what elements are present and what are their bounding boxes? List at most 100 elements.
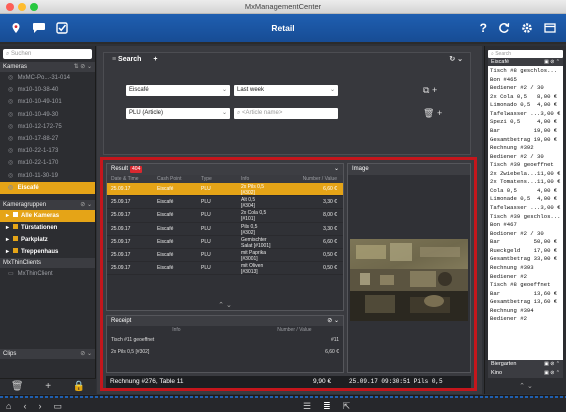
group-item[interactable]: ▸ Türstationen (0, 222, 95, 234)
detail-view-icon[interactable]: ≣ (323, 401, 331, 412)
list-view-icon[interactable]: ☰ (303, 401, 311, 412)
subpanel-kino[interactable]: Kino ▣ ⊘ ⌃ (488, 369, 563, 378)
column-type[interactable]: Type (201, 175, 235, 183)
camera-item[interactable]: ◎ mx10-17-88-27 (0, 133, 95, 145)
receipt-header: Receipt ⊘ ⌄ (107, 316, 343, 326)
camera-item[interactable]: ◎ Eiscafé (0, 181, 95, 194)
group-item[interactable]: ▸ Parkplatz (0, 234, 95, 246)
window-layout-icon[interactable] (544, 22, 556, 34)
result-row[interactable]: 25.09.17 09:30:51 Eiscafé PLU Alt 0,5 [#304… (107, 196, 343, 210)
trash-icon[interactable]: 🗑 (11, 381, 24, 392)
expand-arrow-icon[interactable]: ▸ (6, 225, 9, 231)
type-select-value: PLU (Article) (129, 110, 164, 116)
group-item[interactable]: ▸ Alle Kameras (0, 209, 95, 222)
group-item[interactable]: ▸ Treppenhaus (0, 246, 95, 258)
date-range-select[interactable]: Last week ⌄ (234, 85, 338, 96)
camera-item-label: mx10-22-1-173 (17, 148, 59, 155)
bottom-view-controls: ☰ ≣ ⇱ (303, 401, 350, 412)
right-scroll-arrows[interactable]: ⌃ ⌄ (485, 380, 566, 394)
receipt-line[interactable]: 2x Pils 0,5 [#302] 6,60 € (107, 346, 343, 358)
add-filter-button[interactable]: + (437, 108, 442, 118)
search-panel: ≡ Search + ↻ ⌄ Eiscafé ⌄ Last week ⌄ ⧉ + P… (103, 52, 471, 155)
column-cashpoint[interactable]: Cash Point (151, 175, 201, 183)
camera-item[interactable]: ◎ mx10-22-1-170 (0, 157, 95, 169)
camera-icon: ◎ (8, 135, 14, 142)
result-row[interactable]: 25.09.17 12:28:36 Eiscafé PLU mit Paprika [… (107, 249, 343, 263)
camera-item-label: mx10-17-88-27 (17, 135, 59, 142)
sort-filter-icon[interactable]: ⇅ ⊘ ⌄ (74, 62, 92, 72)
groups-section-header[interactable]: Kameragruppen ⊘ ⌄ (0, 199, 95, 210)
delete-filter-icon[interactable]: 🗑 (423, 108, 434, 118)
add-filter-button[interactable]: + (432, 85, 437, 95)
right-panel-header[interactable]: Eiscafé ▣ ⊘ ⌃ (488, 58, 563, 66)
help-icon[interactable]: ? (480, 21, 487, 35)
right-search-input[interactable]: ⌕ Search (488, 50, 563, 58)
home-icon[interactable]: ⌂ (6, 401, 11, 412)
type-select[interactable]: PLU (Article) ⌄ (126, 108, 230, 119)
clips-section-header[interactable]: Clips ⊘ ⌄ (0, 349, 95, 359)
client-item[interactable]: ▭ MxThinClient (0, 268, 95, 280)
gear-icon[interactable] (521, 22, 533, 34)
camera-item[interactable]: ◎ mx10-11-30-19 (0, 170, 95, 182)
camera-icon: ◎ (8, 99, 14, 106)
lock-icon[interactable]: 🔒 (73, 381, 85, 392)
clients-section-header[interactable]: MxThinClients (0, 257, 95, 268)
panel-controls-icon[interactable]: ▣ ⊘ ⌃ (544, 369, 560, 378)
cell-value: 0,50 € (323, 251, 337, 258)
snapshot-timestamp: 25.09.17 09:30:51 Pils 0,5 (349, 378, 443, 385)
scroll-arrows[interactable]: ⌃ ⌄ (107, 301, 343, 309)
camera-snapshot[interactable] (350, 239, 468, 321)
expand-arrow-icon[interactable]: ▸ (6, 213, 9, 219)
subpanel-biergarten[interactable]: Biergarten ▣ ⊘ ⌃ (488, 360, 563, 369)
camera-item[interactable]: ◎ MxMC-Po...-31-014 (0, 72, 95, 84)
clips-menu-icon[interactable]: ⊘ ⌄ (80, 349, 92, 359)
receipt-menu-icon[interactable]: ⊘ ⌄ (327, 316, 339, 326)
camera-item[interactable]: ◎ mx10-10-49-101 (0, 96, 95, 108)
back-arrow-icon[interactable]: ‹ (23, 401, 26, 412)
cell-info: mit Oliven [#3013] (241, 263, 264, 275)
panel-controls-icon[interactable]: ▣ ⊘ ⌃ (544, 360, 560, 369)
camera-item[interactable]: ◎ mx10-10-49-30 (0, 109, 95, 121)
receipt-line[interactable]: Tisch #11 geoeffnet #11 (107, 334, 343, 346)
forward-arrow-icon[interactable]: › (38, 401, 41, 412)
export-icon[interactable]: ⇱ (343, 401, 351, 412)
add-search-button[interactable]: + (153, 56, 157, 63)
result-row[interactable]: 25.09.17 12:27:33 Eiscafé PLU 2x Cola 0,5 [… (107, 209, 343, 223)
search-refresh-menu-icon[interactable]: ↻ ⌄ (449, 53, 463, 67)
cell-cashpoint: Eiscafé (157, 186, 174, 192)
camera-item[interactable]: ◎ mx10-12-172-75 (0, 121, 95, 133)
column-value[interactable]: Number / Value (293, 175, 341, 183)
result-row[interactable]: 25.09.17 09:30:51 Eiscafé PLU 2x Pils 0,5 [… (107, 183, 343, 197)
expand-arrow-icon[interactable]: ▸ (6, 237, 9, 243)
add-icon[interactable]: + (45, 381, 51, 392)
camera-list: ◎ MxMC-Po...-31-014 ◎ mx10-10-38-40 ◎ mx10… (0, 72, 95, 194)
cell-value: 6,60 € (323, 186, 337, 192)
duplicate-filter-icon[interactable]: ⧉ (423, 85, 429, 95)
screen-icon[interactable]: ▭ (53, 401, 62, 412)
column-info[interactable]: Info (235, 175, 293, 183)
expand-arrow-icon[interactable]: ▸ (6, 249, 9, 255)
cameras-section-header[interactable]: Kameras ⇅ ⊘ ⌄ (0, 62, 95, 72)
result-row[interactable]: 25.09.17 12:28:37 Eiscafé PLU mit Oliven [#… (107, 262, 343, 276)
result-collapse-icon[interactable]: ⌄ (334, 164, 339, 175)
result-row[interactable]: 25.09.17 12:27:36 Eiscafé PLU Pils 0,5 [#30… (107, 223, 343, 236)
right-panel-header-label: Eiscafé (491, 59, 510, 65)
column-date[interactable]: Date & Time (107, 175, 151, 183)
sidebar-search-input[interactable]: ⌕ Suchen (3, 49, 92, 59)
camera-item[interactable]: ◎ mx10-22-1-173 (0, 145, 95, 157)
camera-item[interactable]: ◎ mx10-10-38-40 (0, 84, 95, 96)
chevron-down-icon: ⌄ (221, 110, 227, 116)
toolbar-right-group: ? (480, 21, 556, 35)
live-receipt-list[interactable]: Tisch #8 geschlos... Bon #465 Bediener #2 … (488, 66, 563, 360)
article-name-input[interactable]: ⌕ <Article name> (234, 108, 338, 119)
result-row[interactable]: 25.09.17 12:28:02 Eiscafé PLU Gemischter Sa… (107, 236, 343, 249)
panel-controls-icon[interactable]: ▣ ⊘ ⌃ (544, 58, 560, 66)
receipt-list-line: Rechnung #393 (490, 263, 534, 271)
client-item-label: MxThinClient (17, 270, 53, 277)
cashpoint-select[interactable]: Eiscafé ⌄ (126, 85, 230, 96)
refresh-icon[interactable] (498, 22, 510, 34)
cell-info: 2x Cola 0,5 [#101] (241, 210, 267, 222)
receipt-list-line: Tisch #8 geschlos... (490, 67, 558, 74)
groups-menu-icon[interactable]: ⊘ ⌄ (80, 200, 92, 210)
receipt-list-line: Spezi 0,5 4,00 € (490, 118, 558, 126)
